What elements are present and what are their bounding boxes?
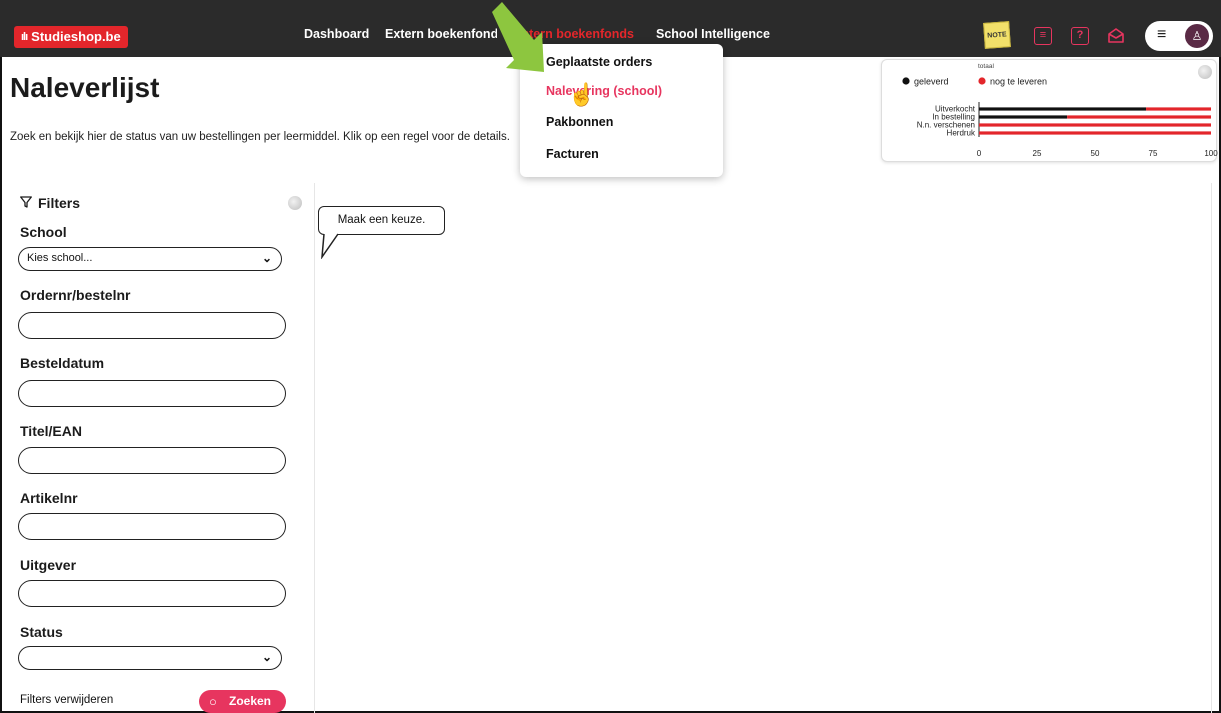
studieshop-logo[interactable]: ılı Studieshop.be — [14, 26, 128, 48]
bar-1-0 — [979, 115, 1068, 119]
ordernr-input[interactable] — [18, 312, 286, 339]
hand-cursor-icon: ☝ — [568, 82, 596, 107]
chart-title: totaal — [978, 63, 994, 70]
scrollbar-track[interactable] — [1211, 183, 1212, 713]
logo-text: Studieshop.be — [31, 29, 121, 44]
status-chart: totaalgeleverd nog te leverenUitverkochtI… — [902, 63, 1218, 158]
filters-pin-icon[interactable] — [288, 196, 302, 210]
menu-item-facturen[interactable]: Facturen — [546, 147, 599, 161]
remove-filters-link[interactable]: Filters verwijderen — [20, 694, 113, 706]
titel-ean-label: Titel/EAN — [20, 423, 82, 439]
menu-item-geplaatste-orders[interactable]: Geplaatste orders — [546, 55, 652, 69]
bar-0-0 — [979, 107, 1147, 111]
pin-icon[interactable] — [1198, 65, 1212, 79]
ordernr-label: Ordernr/bestelnr — [20, 287, 131, 303]
x-tick-label-2: 50 — [1091, 149, 1100, 158]
bar-1-1 — [1067, 115, 1211, 119]
note-icon[interactable]: NOTE — [983, 21, 1011, 49]
panel-divider — [314, 183, 315, 713]
besteldatum-input[interactable] — [18, 380, 286, 407]
menu-icon: ≡ — [1157, 26, 1167, 43]
besteldatum-label: Besteldatum — [20, 355, 105, 371]
bubble-tail-icon — [321, 233, 339, 259]
filters-heading: Filters — [20, 195, 80, 211]
school-label: School — [20, 224, 67, 240]
menu-item-pakbonnen[interactable]: Pakbonnen — [546, 115, 613, 129]
legend-label-1: nog te leveren — [990, 77, 1047, 87]
search-button[interactable]: ○ Zoeken — [199, 690, 286, 713]
chevron-down-icon: ⌄ — [261, 251, 272, 265]
uitgever-label: Uitgever — [20, 557, 77, 573]
nav-extern-boekenfonds[interactable]: Extern boekenfonds — [385, 27, 497, 41]
bar-2-1 — [979, 123, 1211, 127]
status-label: Status — [20, 624, 63, 640]
inbox-icon[interactable] — [1107, 27, 1125, 45]
legend-label-0: geleverd — [914, 77, 949, 87]
hint-bubble: Maak een keuze. — [318, 206, 445, 235]
school-select[interactable]: Kies school... ⌄ — [18, 247, 282, 271]
school-select-value: Kies school... — [27, 252, 93, 264]
logo-bars-icon: ılı — [21, 31, 28, 43]
bar-0-1 — [1146, 107, 1211, 111]
search-button-label: Zoeken — [229, 694, 272, 708]
artikelnr-label: Artikelnr — [20, 490, 78, 506]
chat-icon[interactable]: ≡ — [1034, 27, 1052, 45]
page-intro: Zoek en bekijk hier de status van uw bes… — [10, 131, 510, 143]
chevron-down-icon: ⌄ — [261, 650, 272, 664]
status-select[interactable]: ⌄ — [18, 646, 282, 670]
bar-3-1 — [979, 131, 1211, 135]
status-chart-card: totaal geleverd nog te leveren Uitverkocht I… — [881, 59, 1218, 162]
help-icon[interactable]: ? — [1071, 27, 1089, 45]
artikelnr-input[interactable] — [18, 513, 286, 540]
nav-school-intelligence[interactable]: School Intelligence — [656, 27, 770, 41]
user-menu-button[interactable]: ≡ ♙ — [1145, 21, 1213, 51]
legend-marker-0 — [902, 77, 910, 85]
x-tick-label-0: 0 — [977, 149, 982, 158]
x-tick-label-3: 75 — [1149, 149, 1158, 158]
uitgever-input[interactable] — [18, 580, 286, 607]
filter-icon — [20, 195, 32, 211]
x-tick-label-4: 100 — [1204, 149, 1218, 158]
menu-item-nalevering-school[interactable]: Nalevering (school) — [546, 84, 662, 98]
annotation-arrow-icon — [492, 2, 544, 72]
titel-ean-input[interactable] — [18, 447, 286, 474]
page-title: Naleverlijst — [10, 72, 160, 103]
x-tick-label-1: 25 — [1033, 149, 1042, 158]
legend-marker-1 — [978, 77, 986, 85]
category-label-3: Herdruk — [947, 129, 976, 138]
filters-title: Filters — [38, 195, 81, 211]
avatar-icon: ♙ — [1185, 24, 1209, 48]
search-icon: ○ — [209, 694, 217, 709]
nav-dashboard[interactable]: Dashboard — [304, 27, 369, 41]
